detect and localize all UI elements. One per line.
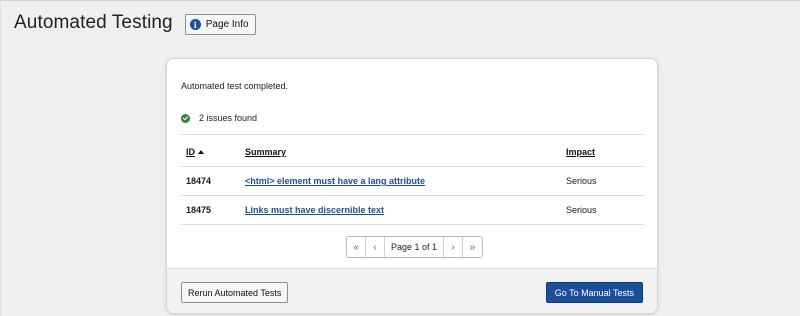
issue-summary-link[interactable]: Links must have discernible text — [245, 205, 384, 215]
issue-summary-cell: <html> element must have a lang attribut… — [245, 166, 566, 196]
issues-count: 2 issues found — [199, 113, 258, 123]
table-row: 18475 Links must have discernible text S… — [181, 195, 644, 225]
issue-impact: Serious — [566, 166, 644, 196]
column-header-id[interactable]: ID — [181, 134, 245, 167]
results-card: Automated test completed. 2 issues found… — [166, 58, 658, 314]
pagination: « ‹ Page 1 of 1 › » — [346, 236, 484, 258]
card-footer: Rerun Automated Tests Go To Manual Tests — [167, 268, 657, 313]
column-header-summary[interactable]: Summary — [245, 134, 566, 167]
first-page-button[interactable]: « — [347, 237, 366, 257]
page-info-label: Page Info — [205, 19, 249, 30]
issue-id: 18475 — [181, 195, 245, 225]
next-page-button[interactable]: › — [444, 237, 464, 257]
column-header-impact[interactable]: Impact — [566, 134, 644, 167]
issue-summary-link[interactable]: <html> element must have a lang attribut… — [245, 176, 425, 186]
page-info-button[interactable]: i Page Info — [184, 14, 256, 35]
issue-summary-cell: Links must have discernible text — [245, 195, 566, 225]
table-row: 18474 <html> element must have a lang at… — [181, 166, 644, 196]
issue-id: 18474 — [181, 166, 245, 196]
page-header: Automated Testing i Page Info — [14, 10, 256, 35]
column-header-summary-label[interactable]: Summary — [245, 147, 286, 157]
table-header-row: ID Summary Impact — [181, 134, 644, 167]
issues-table: ID Summary Impact 18474 <html> element m… — [181, 134, 644, 225]
page-indicator: Page 1 of 1 — [385, 237, 445, 257]
page-title: Automated Testing — [14, 11, 173, 33]
status-message: Automated test completed. — [181, 81, 289, 91]
sort-ascending-icon — [198, 150, 204, 154]
go-to-manual-tests-button[interactable]: Go To Manual Tests — [545, 282, 643, 303]
last-page-button[interactable]: » — [463, 237, 483, 257]
issues-summary: 2 issues found — [181, 113, 257, 123]
check-circle-icon — [181, 113, 190, 123]
issue-impact: Serious — [566, 195, 644, 225]
rerun-automated-tests-button[interactable]: Rerun Automated Tests — [181, 282, 289, 303]
previous-page-button[interactable]: ‹ — [366, 237, 385, 257]
column-header-impact-label[interactable]: Impact — [566, 147, 595, 157]
info-icon: i — [189, 19, 201, 30]
column-header-id-label[interactable]: ID — [186, 147, 195, 157]
